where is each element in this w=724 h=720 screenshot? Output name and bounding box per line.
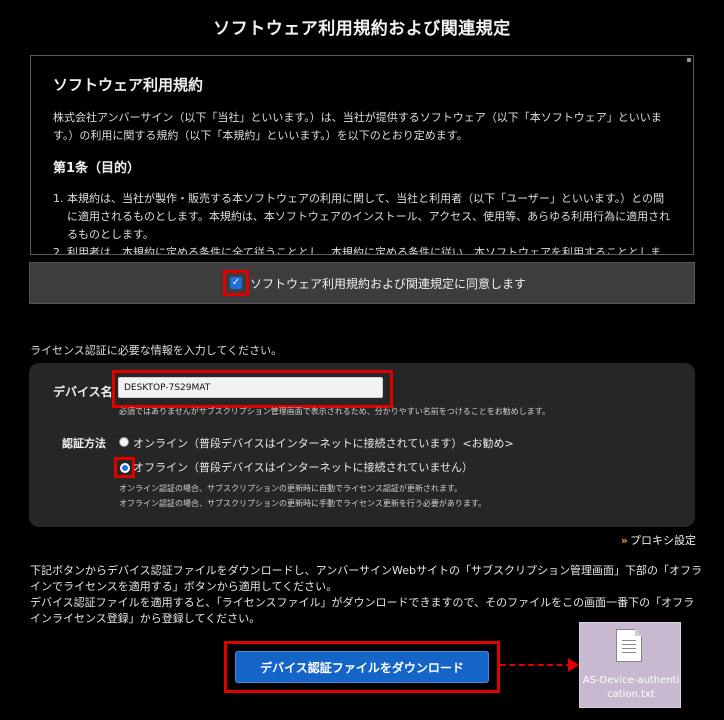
auth-method-label: 認証方法 bbox=[62, 437, 106, 450]
license-prompt: ライセンス認証に必要な情報を入力してください。 bbox=[30, 344, 283, 357]
chevron-right-icon: » bbox=[620, 534, 628, 547]
online-auth-note: オンライン認証の場合、サブスクリプションの更新時に自動でライセンス認証が更新され… bbox=[119, 484, 463, 493]
arrow-head-icon bbox=[568, 658, 579, 672]
scrollbar-thumb[interactable] bbox=[687, 58, 691, 62]
offline-auth-note: オフライン認証の場合、サブスクリプションの更新時に手動でライセンス更新を行う必要… bbox=[119, 499, 487, 508]
download-instructions: 下記ボタンからデバイス認証ファイルをダウンロードし、アンバーサインWebサイトの… bbox=[30, 563, 702, 627]
offline-radio-highlight bbox=[114, 457, 135, 478]
text-file-icon bbox=[616, 629, 642, 662]
offline-radio[interactable] bbox=[120, 463, 130, 473]
agree-checkbox[interactable]: ✓ bbox=[230, 277, 242, 289]
download-button-highlight: デバイス認証ファイルをダウンロード bbox=[224, 641, 500, 693]
instructions-para-1: 下記ボタンからデバイス認証ファイルをダウンロードし、アンバーサインWebサイトの… bbox=[30, 564, 702, 593]
license-form-panel: デバイス名 必須ではありませんがサブスクリプション管理画面で表示されるため、分か… bbox=[29, 363, 695, 527]
agree-bar: ✓ ソフトウェア利用規約および関連規定に同意します bbox=[29, 262, 695, 304]
device-name-input[interactable] bbox=[118, 377, 383, 398]
device-name-highlight bbox=[112, 370, 393, 408]
proxy-settings-label: プロキシ設定 bbox=[630, 534, 696, 547]
download-button[interactable]: デバイス認証ファイルをダウンロード bbox=[235, 651, 489, 683]
agree-checkbox-highlight: ✓ bbox=[223, 270, 249, 296]
terms-list-item: 利用者は、本規約に定める条件に全て従うこととし、本規約に定める条件に従い、本ソフ… bbox=[67, 244, 671, 254]
terms-list: 本規約は、当社が製作・販売する本ソフトウェアの利用に関して、当社と利用者（以下「… bbox=[53, 190, 671, 254]
downloaded-file-tile[interactable]: AS-Device-authentication.txt bbox=[579, 622, 681, 708]
online-radio-label[interactable]: オンライン（普段デバイスはインターネットに接続されています）<お勧め> bbox=[133, 435, 514, 451]
terms-intro: 株式会社アンバーサイン（以下「当社」といいます。）は、当社が提供するソフトウェア… bbox=[53, 111, 662, 142]
offline-radio-label[interactable]: オフライン（普段デバイスはインターネットに接続されていません） bbox=[133, 459, 473, 475]
dashed-arrow-line bbox=[500, 664, 572, 666]
terms-heading: ソフトウェア利用規約 bbox=[53, 76, 204, 94]
terms-scroll-box[interactable]: ソフトウェア利用規約 株式会社アンバーサイン（以下「当社」といいます。）は、当社… bbox=[30, 55, 694, 255]
page-title: ソフトウェア利用規約および関連規定 bbox=[213, 19, 511, 39]
device-name-note: 必須ではありませんがサブスクリプション管理画面で表示されるため、分かりやすい名前… bbox=[119, 407, 550, 416]
terms-list-item: 本規約は、当社が製作・販売する本ソフトウェアの利用に関して、当社と利用者（以下「… bbox=[67, 190, 671, 244]
device-name-label: デバイス名 bbox=[53, 385, 113, 399]
proxy-settings-link[interactable]: » プロキシ設定 bbox=[621, 532, 696, 548]
file-name: AS-Device-authentication.txt bbox=[582, 675, 680, 700]
terms-article-title: 第1条（目的） bbox=[53, 161, 141, 176]
agree-label[interactable]: ソフトウェア利用規約および関連規定に同意します bbox=[250, 275, 526, 292]
online-radio[interactable] bbox=[119, 437, 129, 447]
